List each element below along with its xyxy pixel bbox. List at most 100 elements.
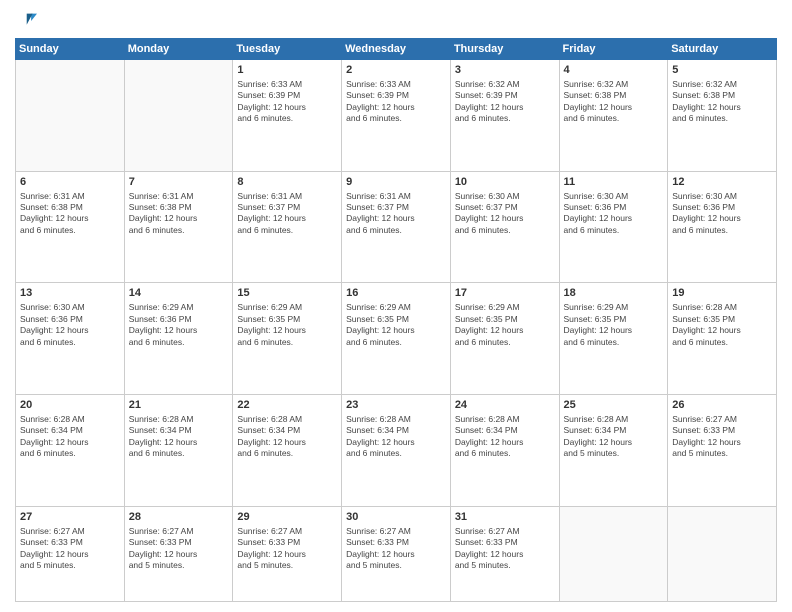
day-number: 2: [346, 63, 446, 78]
calendar-cell: 6Sunrise: 6:31 AM Sunset: 6:38 PM Daylig…: [16, 171, 125, 283]
calendar-cell: 21Sunrise: 6:28 AM Sunset: 6:34 PM Dayli…: [124, 395, 233, 507]
day-info: Sunrise: 6:28 AM Sunset: 6:35 PM Dayligh…: [672, 302, 772, 348]
day-info: Sunrise: 6:32 AM Sunset: 6:39 PM Dayligh…: [455, 79, 555, 125]
day-number: 30: [346, 510, 446, 525]
day-number: 28: [129, 510, 229, 525]
day-info: Sunrise: 6:28 AM Sunset: 6:34 PM Dayligh…: [346, 414, 446, 460]
weekday-header-sunday: Sunday: [16, 39, 125, 60]
calendar-cell: 23Sunrise: 6:28 AM Sunset: 6:34 PM Dayli…: [342, 395, 451, 507]
day-info: Sunrise: 6:29 AM Sunset: 6:35 PM Dayligh…: [237, 302, 337, 348]
calendar-cell: 11Sunrise: 6:30 AM Sunset: 6:36 PM Dayli…: [559, 171, 668, 283]
weekday-header-row: SundayMondayTuesdayWednesdayThursdayFrid…: [16, 39, 777, 60]
day-info: Sunrise: 6:29 AM Sunset: 6:35 PM Dayligh…: [564, 302, 664, 348]
week-row-5: 27Sunrise: 6:27 AM Sunset: 6:33 PM Dayli…: [16, 506, 777, 601]
day-info: Sunrise: 6:32 AM Sunset: 6:38 PM Dayligh…: [564, 79, 664, 125]
day-number: 1: [237, 63, 337, 78]
calendar-cell: 8Sunrise: 6:31 AM Sunset: 6:37 PM Daylig…: [233, 171, 342, 283]
day-number: 18: [564, 286, 664, 301]
calendar: SundayMondayTuesdayWednesdayThursdayFrid…: [15, 38, 777, 602]
day-number: 19: [672, 286, 772, 301]
day-number: 16: [346, 286, 446, 301]
calendar-cell: [16, 60, 125, 172]
day-info: Sunrise: 6:31 AM Sunset: 6:38 PM Dayligh…: [20, 191, 120, 237]
calendar-cell: 30Sunrise: 6:27 AM Sunset: 6:33 PM Dayli…: [342, 506, 451, 601]
weekday-header-wednesday: Wednesday: [342, 39, 451, 60]
calendar-cell: [559, 506, 668, 601]
day-info: Sunrise: 6:28 AM Sunset: 6:34 PM Dayligh…: [237, 414, 337, 460]
day-number: 20: [20, 398, 120, 413]
day-info: Sunrise: 6:28 AM Sunset: 6:34 PM Dayligh…: [129, 414, 229, 460]
day-number: 6: [20, 175, 120, 190]
calendar-cell: 14Sunrise: 6:29 AM Sunset: 6:36 PM Dayli…: [124, 283, 233, 395]
day-info: Sunrise: 6:27 AM Sunset: 6:33 PM Dayligh…: [129, 526, 229, 572]
day-info: Sunrise: 6:33 AM Sunset: 6:39 PM Dayligh…: [237, 79, 337, 125]
day-info: Sunrise: 6:31 AM Sunset: 6:37 PM Dayligh…: [237, 191, 337, 237]
weekday-header-tuesday: Tuesday: [233, 39, 342, 60]
calendar-cell: 29Sunrise: 6:27 AM Sunset: 6:33 PM Dayli…: [233, 506, 342, 601]
weekday-header-saturday: Saturday: [668, 39, 777, 60]
day-number: 12: [672, 175, 772, 190]
calendar-cell: 27Sunrise: 6:27 AM Sunset: 6:33 PM Dayli…: [16, 506, 125, 601]
day-number: 15: [237, 286, 337, 301]
day-info: Sunrise: 6:30 AM Sunset: 6:37 PM Dayligh…: [455, 191, 555, 237]
day-number: 9: [346, 175, 446, 190]
week-row-4: 20Sunrise: 6:28 AM Sunset: 6:34 PM Dayli…: [16, 395, 777, 507]
calendar-cell: 4Sunrise: 6:32 AM Sunset: 6:38 PM Daylig…: [559, 60, 668, 172]
week-row-3: 13Sunrise: 6:30 AM Sunset: 6:36 PM Dayli…: [16, 283, 777, 395]
calendar-cell: 10Sunrise: 6:30 AM Sunset: 6:37 PM Dayli…: [450, 171, 559, 283]
logo-icon: [15, 10, 37, 32]
calendar-cell: [124, 60, 233, 172]
day-number: 25: [564, 398, 664, 413]
day-info: Sunrise: 6:30 AM Sunset: 6:36 PM Dayligh…: [20, 302, 120, 348]
calendar-cell: 24Sunrise: 6:28 AM Sunset: 6:34 PM Dayli…: [450, 395, 559, 507]
day-info: Sunrise: 6:28 AM Sunset: 6:34 PM Dayligh…: [564, 414, 664, 460]
day-info: Sunrise: 6:32 AM Sunset: 6:38 PM Dayligh…: [672, 79, 772, 125]
day-info: Sunrise: 6:27 AM Sunset: 6:33 PM Dayligh…: [346, 526, 446, 572]
calendar-cell: 15Sunrise: 6:29 AM Sunset: 6:35 PM Dayli…: [233, 283, 342, 395]
day-info: Sunrise: 6:28 AM Sunset: 6:34 PM Dayligh…: [20, 414, 120, 460]
day-info: Sunrise: 6:27 AM Sunset: 6:33 PM Dayligh…: [455, 526, 555, 572]
day-info: Sunrise: 6:27 AM Sunset: 6:33 PM Dayligh…: [20, 526, 120, 572]
day-number: 17: [455, 286, 555, 301]
day-number: 14: [129, 286, 229, 301]
day-info: Sunrise: 6:30 AM Sunset: 6:36 PM Dayligh…: [564, 191, 664, 237]
day-number: 5: [672, 63, 772, 78]
calendar-cell: 26Sunrise: 6:27 AM Sunset: 6:33 PM Dayli…: [668, 395, 777, 507]
logo: [15, 10, 41, 32]
calendar-cell: 5Sunrise: 6:32 AM Sunset: 6:38 PM Daylig…: [668, 60, 777, 172]
calendar-cell: 9Sunrise: 6:31 AM Sunset: 6:37 PM Daylig…: [342, 171, 451, 283]
day-info: Sunrise: 6:27 AM Sunset: 6:33 PM Dayligh…: [672, 414, 772, 460]
calendar-cell: 12Sunrise: 6:30 AM Sunset: 6:36 PM Dayli…: [668, 171, 777, 283]
weekday-header-monday: Monday: [124, 39, 233, 60]
calendar-cell: 3Sunrise: 6:32 AM Sunset: 6:39 PM Daylig…: [450, 60, 559, 172]
page: SundayMondayTuesdayWednesdayThursdayFrid…: [0, 0, 792, 612]
day-number: 21: [129, 398, 229, 413]
calendar-cell: 7Sunrise: 6:31 AM Sunset: 6:38 PM Daylig…: [124, 171, 233, 283]
day-number: 7: [129, 175, 229, 190]
day-number: 29: [237, 510, 337, 525]
weekday-header-friday: Friday: [559, 39, 668, 60]
day-number: 10: [455, 175, 555, 190]
calendar-cell: 17Sunrise: 6:29 AM Sunset: 6:35 PM Dayli…: [450, 283, 559, 395]
header: [15, 10, 777, 32]
day-number: 4: [564, 63, 664, 78]
day-number: 27: [20, 510, 120, 525]
day-number: 8: [237, 175, 337, 190]
calendar-cell: 31Sunrise: 6:27 AM Sunset: 6:33 PM Dayli…: [450, 506, 559, 601]
day-number: 22: [237, 398, 337, 413]
day-info: Sunrise: 6:29 AM Sunset: 6:36 PM Dayligh…: [129, 302, 229, 348]
day-number: 11: [564, 175, 664, 190]
calendar-cell: 22Sunrise: 6:28 AM Sunset: 6:34 PM Dayli…: [233, 395, 342, 507]
calendar-cell: 16Sunrise: 6:29 AM Sunset: 6:35 PM Dayli…: [342, 283, 451, 395]
calendar-cell: 2Sunrise: 6:33 AM Sunset: 6:39 PM Daylig…: [342, 60, 451, 172]
calendar-cell: [668, 506, 777, 601]
day-number: 26: [672, 398, 772, 413]
calendar-cell: 1Sunrise: 6:33 AM Sunset: 6:39 PM Daylig…: [233, 60, 342, 172]
calendar-cell: 28Sunrise: 6:27 AM Sunset: 6:33 PM Dayli…: [124, 506, 233, 601]
day-info: Sunrise: 6:27 AM Sunset: 6:33 PM Dayligh…: [237, 526, 337, 572]
week-row-2: 6Sunrise: 6:31 AM Sunset: 6:38 PM Daylig…: [16, 171, 777, 283]
day-info: Sunrise: 6:31 AM Sunset: 6:38 PM Dayligh…: [129, 191, 229, 237]
calendar-cell: 13Sunrise: 6:30 AM Sunset: 6:36 PM Dayli…: [16, 283, 125, 395]
day-number: 31: [455, 510, 555, 525]
week-row-1: 1Sunrise: 6:33 AM Sunset: 6:39 PM Daylig…: [16, 60, 777, 172]
